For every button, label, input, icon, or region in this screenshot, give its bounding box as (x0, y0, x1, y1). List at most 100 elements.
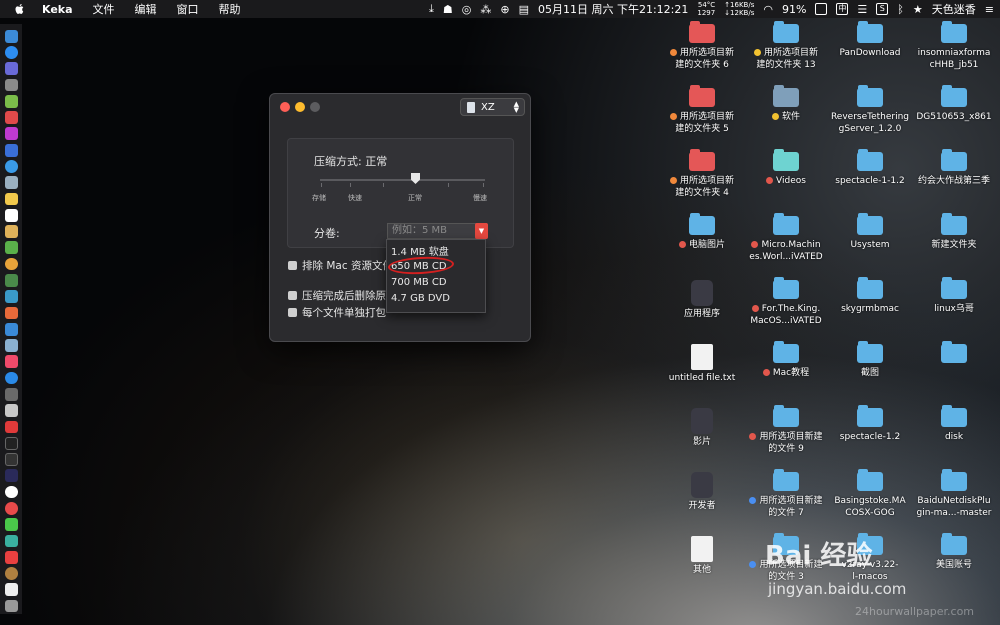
compression-slider[interactable] (320, 179, 485, 181)
desktop-item[interactable]: BaiduNetdiskPlu gin-ma...-master (914, 469, 994, 519)
desktop-item[interactable]: 影片 (662, 408, 742, 448)
desktop-item[interactable]: skygrmbmac (830, 277, 910, 315)
option-archive-separately[interactable]: 每个文件单独打包 (288, 305, 386, 320)
app-icon[interactable] (4, 567, 18, 580)
calendar-icon[interactable]: ▤ (519, 3, 529, 16)
desktop-item[interactable]: 应用程序 (662, 280, 742, 320)
split-dropdown-button[interactable]: ▼ (475, 223, 488, 239)
app-icon[interactable] (4, 404, 18, 417)
vivaldi-icon[interactable] (4, 420, 18, 434)
app-icon[interactable] (4, 290, 18, 304)
app-icon[interactable] (4, 176, 18, 190)
s-app-icon[interactable]: S (876, 3, 889, 15)
download-icon[interactable]: ⤓ (429, 2, 434, 16)
net-speed[interactable]: ↑16KB/s ↓12KB/s (724, 1, 754, 17)
app-icon[interactable] (4, 127, 18, 141)
system-monitor[interactable]: 54°C 1297 (697, 1, 715, 17)
dropdown-item-dvd[interactable]: 4.7 GB DVD (391, 293, 450, 304)
settings-icon[interactable] (4, 78, 18, 92)
desktop-item[interactable]: insomniaxforma cHHB_jb51 (914, 21, 994, 71)
app-icon[interactable] (4, 273, 18, 287)
app-icon[interactable] (4, 453, 18, 466)
dropdown-item-700mb-cd[interactable]: 700 MB CD (391, 277, 447, 288)
menu-edit[interactable]: 编辑 (135, 1, 157, 17)
app-icon[interactable] (4, 306, 18, 320)
app-icon[interactable] (4, 241, 18, 255)
desktop-item[interactable]: spectacle-1.2 (830, 405, 910, 443)
globe-icon[interactable]: ⊕ (500, 3, 509, 16)
desktop-item[interactable]: untitled file.txt (662, 344, 742, 384)
desktop-item[interactable]: Usystem (830, 213, 910, 251)
desktop-item[interactable]: 用所选项目新 建的文件夹 6 (662, 21, 742, 71)
close-button[interactable] (280, 102, 290, 112)
desktop-item[interactable]: Mac教程 (746, 341, 826, 379)
desktop-item[interactable]: 新建文件夹 (914, 213, 994, 251)
desktop-item[interactable]: Basingstoke.MA COSX-GOG (830, 469, 910, 519)
menu-app-name[interactable]: Keka (42, 3, 73, 16)
desktop-item[interactable]: 软件 (746, 85, 826, 123)
format-select[interactable]: XZ ▲ ▼ (460, 98, 525, 116)
chrome-icon[interactable] (4, 257, 18, 271)
app-store-icon[interactable] (4, 371, 18, 385)
safari-icon[interactable] (4, 46, 18, 59)
notes-icon[interactable] (4, 192, 18, 206)
wifi-icon[interactable]: ◠ (763, 3, 773, 16)
bluetooth-icon[interactable]: ᛒ (897, 3, 904, 16)
app-icon[interactable] (4, 501, 18, 515)
app-icon[interactable] (4, 469, 18, 483)
zoom-button[interactable] (310, 102, 320, 112)
menu-help[interactable]: 帮助 (219, 1, 241, 17)
checkbox[interactable] (288, 308, 297, 317)
desktop-item[interactable]: PanDownload (830, 21, 910, 59)
yandex-icon[interactable] (4, 485, 18, 499)
minimize-button[interactable] (295, 102, 305, 112)
desktop-item[interactable]: 约会大作战第三季 (914, 149, 994, 187)
desktop-item[interactable]: 用所选项目新 建的文件夹 13 (746, 21, 826, 71)
trash-icon[interactable] (4, 599, 18, 613)
app-icon[interactable] (4, 225, 18, 238)
split-size-input[interactable]: 例如：5 MB (387, 223, 487, 239)
app-icon[interactable] (4, 550, 18, 564)
desktop-item[interactable]: spectacle-1-1.2 (830, 149, 910, 187)
desktop-item[interactable]: 美国账号 (914, 533, 994, 571)
file-icon[interactable] (4, 583, 18, 597)
wechat-icon[interactable] (4, 518, 18, 532)
music-icon[interactable] (4, 355, 18, 369)
user-name[interactable]: 天色迷香 (932, 1, 976, 17)
desktop-item[interactable]: ReverseTethering gServer_1.2.0 (830, 85, 910, 135)
dots-icon[interactable]: ⁂ (480, 3, 491, 16)
star-icon[interactable]: ★ (913, 3, 923, 16)
app-icon[interactable] (4, 160, 18, 173)
desktop-item[interactable]: disk (914, 405, 994, 443)
launchpad-icon[interactable] (4, 62, 18, 76)
dropdown-item-floppy[interactable]: 1.4 MB 软盘 (391, 243, 449, 258)
desktop-item[interactable]: 用所选项目新建 的文件 7 (746, 469, 826, 519)
desktop-item[interactable]: 截图 (830, 341, 910, 379)
option-exclude-mac-resources[interactable]: 排除 Mac 资源文件 (288, 258, 393, 273)
desktop-item[interactable]: For.The.King. MacOS...iVATED (746, 277, 826, 327)
desktop-item[interactable]: Videos (746, 149, 826, 187)
desktop-item[interactable]: DG510653_x861 (914, 85, 994, 123)
desktop-item[interactable]: 用所选项目新建 的文件 9 (746, 405, 826, 455)
app-icon[interactable] (4, 143, 18, 157)
desktop-item[interactable]: 用所选项目新 建的文件夹 4 (662, 149, 742, 199)
battery-percent[interactable]: 91% (782, 3, 806, 16)
checkbox[interactable] (288, 291, 297, 300)
menu-window[interactable]: 窗口 (177, 1, 199, 17)
steering-icon[interactable]: ◎ (462, 3, 472, 16)
qq-icon[interactable]: ☗ (443, 3, 453, 16)
checkbox[interactable] (288, 261, 297, 270)
chart-icon[interactable] (4, 322, 18, 336)
slider-knob[interactable] (411, 173, 420, 184)
desktop-item[interactable]: linux乌哥 (914, 277, 994, 315)
app-icon[interactable] (4, 111, 18, 124)
desktop-item[interactable]: Micro.Machin es.Worl...iVATED (746, 213, 826, 263)
desktop-item[interactable]: 其他 (662, 536, 742, 576)
terminal-icon[interactable] (4, 436, 18, 450)
desktop-item[interactable]: 电脑图片 (662, 213, 742, 251)
app-icon[interactable] (4, 387, 18, 401)
desktop-item[interactable]: 开发者 (662, 472, 742, 512)
android-icon[interactable] (4, 94, 18, 108)
finder-icon[interactable] (4, 29, 18, 43)
calendar-icon[interactable] (4, 208, 18, 222)
